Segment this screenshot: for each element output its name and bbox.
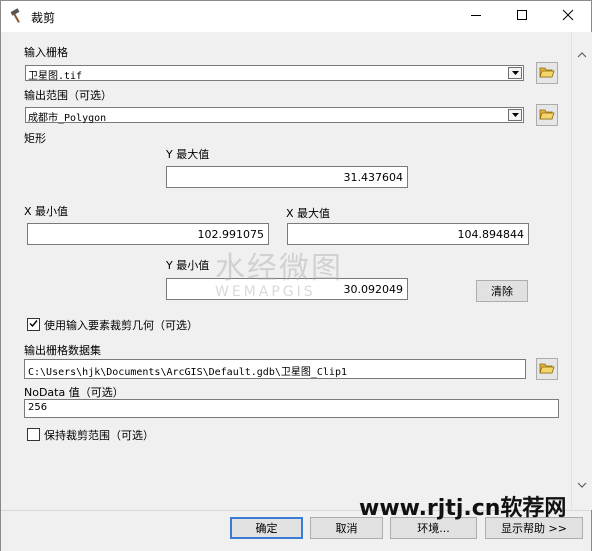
- output-extent-value: 成都市_Polygon: [28, 113, 107, 124]
- watermark-text-cn: 水经微图: [215, 251, 343, 286]
- nodata-value: 256: [28, 402, 48, 413]
- window-title: 裁剪: [31, 11, 56, 25]
- x-min-value: 102.991075: [197, 228, 264, 241]
- maximize-button[interactable]: [499, 1, 545, 32]
- rectangle-label: 矩形: [24, 132, 46, 145]
- watermark-text-en: WEMAPGIS: [215, 284, 316, 300]
- minimize-button[interactable]: [453, 1, 499, 32]
- tool-parameters-panel: 输入栅格 卫星图.tif 输出范围（可选） 成都市_Polygon 矩形 Y 最…: [1, 32, 571, 510]
- output-raster-input[interactable]: C:\Users\hjk\Documents\ArcGIS\Default.gd…: [24, 359, 526, 379]
- x-max-label: X 最大值: [286, 207, 331, 220]
- y-max-label: Y 最大值: [166, 148, 210, 161]
- checkmark-icon: [29, 318, 38, 331]
- hammer-icon: [9, 8, 25, 24]
- input-raster-combo[interactable]: 卫星图.tif: [25, 65, 524, 82]
- output-extent-label: 输出范围（可选）: [24, 89, 112, 102]
- y-max-value: 31.437604: [343, 171, 404, 184]
- y-max-input[interactable]: 31.437604: [166, 166, 408, 188]
- input-raster-value: 卫星图.tif: [28, 71, 83, 82]
- vertical-scrollbar[interactable]: [571, 32, 592, 510]
- use-geometry-label: 使用输入要素裁剪几何（可选）: [44, 319, 198, 332]
- site-watermark: www.rjtj.cn软荐网: [359, 496, 567, 521]
- chevron-down-icon[interactable]: [508, 109, 522, 121]
- input-raster-label: 输入栅格: [24, 46, 68, 59]
- folder-open-icon: [539, 65, 555, 82]
- close-button[interactable]: [545, 1, 591, 32]
- x-max-value: 104.894844: [457, 228, 524, 241]
- x-min-label: X 最小值: [24, 205, 69, 218]
- output-extent-combo[interactable]: 成都市_Polygon: [25, 107, 524, 124]
- nodata-input[interactable]: 256: [24, 399, 559, 418]
- output-raster-value: C:\Users\hjk\Documents\ArcGIS\Default.gd…: [28, 367, 347, 378]
- keep-extent-checkbox[interactable]: [27, 428, 40, 441]
- x-max-input[interactable]: 104.894844: [287, 223, 529, 245]
- x-min-input[interactable]: 102.991075: [27, 223, 269, 245]
- use-geometry-checkbox[interactable]: [27, 318, 40, 331]
- minimize-icon: [470, 9, 482, 24]
- output-extent-browse-button[interactable]: [536, 104, 558, 126]
- y-min-value: 30.092049: [343, 283, 404, 296]
- input-raster-browse-button[interactable]: [536, 62, 558, 84]
- title-bar: 裁剪: [1, 1, 591, 32]
- close-icon: [562, 9, 574, 24]
- keep-extent-label: 保持裁剪范围（可选）: [44, 429, 154, 442]
- output-raster-label: 输出栅格数据集: [24, 344, 101, 357]
- nodata-label: NoData 值（可选）: [24, 386, 124, 399]
- chevron-down-icon[interactable]: [508, 67, 522, 79]
- folder-open-icon: [539, 107, 555, 124]
- maximize-icon: [516, 9, 528, 24]
- y-min-label: Y 最小值: [166, 259, 210, 272]
- chevron-down-icon[interactable]: [577, 478, 587, 491]
- folder-open-icon: [539, 361, 555, 378]
- clip-tool-dialog: 裁剪 输入栅格 卫星图.tif 输出范围（可选） 成都市_Polygon 矩形 …: [0, 0, 592, 551]
- clear-extent-button[interactable]: 清除: [476, 280, 528, 302]
- ok-button[interactable]: 确定: [230, 517, 303, 539]
- output-raster-browse-button[interactable]: [536, 358, 558, 380]
- chevron-up-icon[interactable]: [577, 48, 587, 61]
